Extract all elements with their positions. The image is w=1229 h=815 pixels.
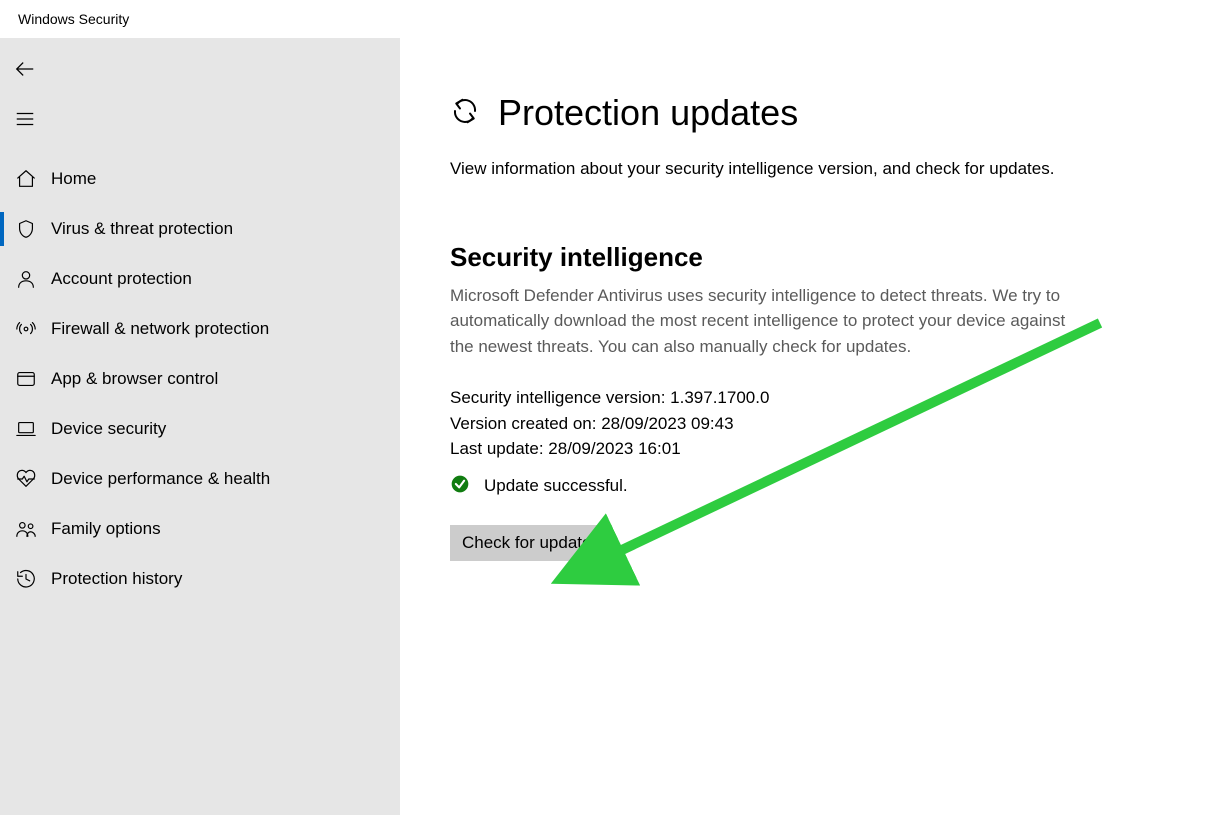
back-arrow-icon xyxy=(14,58,36,85)
version-created: Version created on: 28/09/2023 09:43 xyxy=(450,411,1149,437)
section-title: Security intelligence xyxy=(450,242,1149,273)
person-icon xyxy=(14,267,38,291)
sidebar-item-label: Device security xyxy=(51,419,166,439)
history-icon xyxy=(14,567,38,591)
sidebar-item-account[interactable]: Account protection xyxy=(0,254,400,304)
last-update: Last update: 28/09/2023 16:01 xyxy=(450,436,1149,462)
sidebar-item-virus-threat[interactable]: Virus & threat protection xyxy=(0,204,400,254)
sidebar-item-label: Virus & threat protection xyxy=(51,219,233,239)
refresh-icon xyxy=(450,96,480,131)
shield-icon xyxy=(14,217,38,241)
check-circle-icon xyxy=(450,474,470,499)
back-button[interactable] xyxy=(0,46,400,96)
sidebar-item-label: Family options xyxy=(51,519,161,539)
page-title: Protection updates xyxy=(498,92,798,134)
check-for-updates-button[interactable]: Check for updates xyxy=(450,525,612,561)
family-icon xyxy=(14,517,38,541)
status-text: Update successful. xyxy=(484,476,628,496)
hamburger-icon xyxy=(14,108,36,135)
intelligence-version: Security intelligence version: 1.397.170… xyxy=(450,385,1149,411)
sidebar: Home Virus & threat protection Account p… xyxy=(0,38,400,815)
sidebar-item-label: Protection history xyxy=(51,569,182,589)
page-subtitle: View information about your security int… xyxy=(450,156,1090,182)
sidebar-item-device-security[interactable]: Device security xyxy=(0,404,400,454)
sidebar-item-label: Device performance & health xyxy=(51,469,270,489)
laptop-icon xyxy=(14,417,38,441)
home-icon xyxy=(14,167,38,191)
sidebar-item-label: Account protection xyxy=(51,269,192,289)
sidebar-item-label: App & browser control xyxy=(51,369,218,389)
update-status: Update successful. xyxy=(450,474,1149,499)
title-bar: Windows Security xyxy=(0,0,1229,38)
app-window-icon xyxy=(14,367,38,391)
network-icon xyxy=(14,317,38,341)
nav-list: Home Virus & threat protection Account p… xyxy=(0,154,400,604)
sidebar-item-family[interactable]: Family options xyxy=(0,504,400,554)
sidebar-item-app-browser[interactable]: App & browser control xyxy=(0,354,400,404)
section-description: Microsoft Defender Antivirus uses securi… xyxy=(450,283,1070,360)
heartbeat-icon xyxy=(14,467,38,491)
sidebar-item-performance-health[interactable]: Device performance & health xyxy=(0,454,400,504)
sidebar-item-firewall[interactable]: Firewall & network protection xyxy=(0,304,400,354)
content-area: Protection updates View information abou… xyxy=(400,38,1229,815)
sidebar-item-home[interactable]: Home xyxy=(0,154,400,204)
menu-button[interactable] xyxy=(0,96,400,146)
app-title: Windows Security xyxy=(18,11,129,27)
sidebar-item-label: Home xyxy=(51,169,96,189)
sidebar-item-label: Firewall & network protection xyxy=(51,319,269,339)
sidebar-item-protection-history[interactable]: Protection history xyxy=(0,554,400,604)
